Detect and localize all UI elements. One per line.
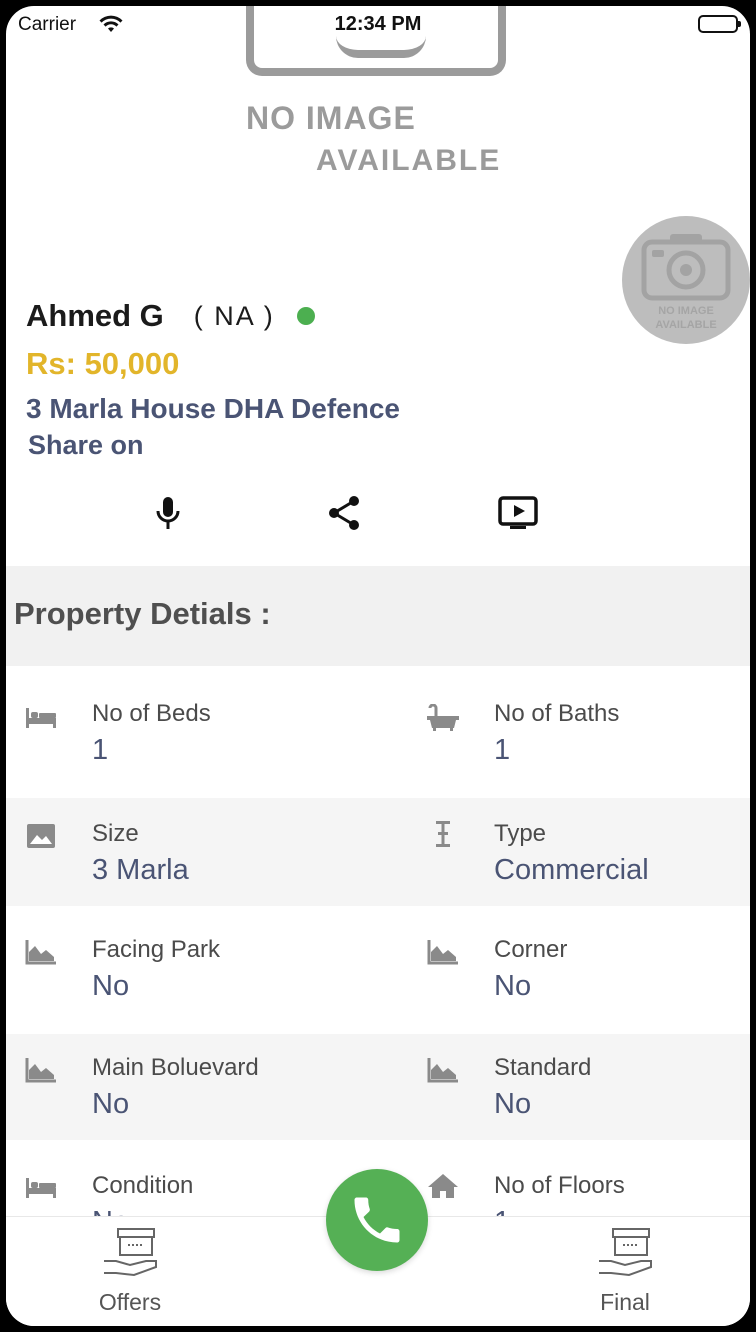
bed-icon xyxy=(26,708,56,728)
status-time: 12:34 PM xyxy=(334,13,422,35)
avatar[interactable]: NO IMAGE AVAILABLE xyxy=(622,216,750,344)
status-bar: Carrier 12:34 PM xyxy=(6,6,750,46)
mic-button[interactable] xyxy=(148,493,188,533)
avatar-placeholder-text: NO IMAGE AVAILABLE xyxy=(655,305,717,331)
detail-value: 3 Marla xyxy=(92,854,189,886)
detail-value: No xyxy=(494,1088,532,1120)
online-status-indicator xyxy=(296,307,315,325)
share-icon xyxy=(329,496,359,530)
hero-placeholder-line2: AVAILABLE xyxy=(316,144,502,171)
detail-value: No xyxy=(494,970,532,1002)
owner-name: Ahmed G xyxy=(26,298,164,333)
video-button[interactable] xyxy=(498,493,538,533)
detail-type: Type Commercial xyxy=(408,798,750,906)
type-icon xyxy=(436,821,450,847)
battery-icon xyxy=(698,15,741,33)
detail-standard: Standard No xyxy=(408,1034,750,1140)
details-row-beds-baths: No of Beds 1 No of Baths 1 xyxy=(6,666,750,798)
detail-label: Size xyxy=(92,820,139,847)
final-icon xyxy=(599,1228,652,1277)
owner-row: Ahmed G ( NA ) xyxy=(26,298,315,334)
listing-price: Rs: 50,000 xyxy=(26,346,180,381)
tab-offers-label: Offers xyxy=(98,1289,162,1315)
detail-size: Size 3 Marla xyxy=(6,798,378,906)
mic-icon xyxy=(156,497,180,529)
details-row-size-type: Size 3 Marla Type Commercial xyxy=(6,798,750,906)
detail-label: Main Boluevard xyxy=(92,1054,259,1081)
detail-main-boulevard: Main Boluevard No xyxy=(6,1034,378,1140)
app-screen: Carrier 12:34 PM NO IMAGE AVAILABLE NO I… xyxy=(6,6,750,1326)
image-icon xyxy=(27,824,55,848)
share-button[interactable] xyxy=(324,493,364,533)
owner-code: ( NA ) xyxy=(193,300,275,331)
listing-title: 3 Marla House DHA Defence xyxy=(26,393,400,424)
detail-label: Standard xyxy=(494,1054,592,1081)
details-row-park-corner: Facing Park No Corner No xyxy=(6,906,750,1034)
tab-final[interactable]: Final xyxy=(565,1225,685,1316)
detail-label: No of Beds xyxy=(92,700,211,727)
detail-value: No xyxy=(92,1088,130,1120)
bed-icon xyxy=(26,1178,56,1198)
share-actions xyxy=(6,493,750,533)
detail-value: Commercial xyxy=(494,854,649,886)
detail-label: Corner xyxy=(494,936,568,963)
tab-offers[interactable]: Offers xyxy=(70,1225,190,1316)
detail-label: Condition xyxy=(92,1172,194,1199)
call-button[interactable] xyxy=(326,1169,428,1271)
detail-beds: No of Beds 1 xyxy=(6,666,378,798)
detail-value: 1 xyxy=(92,734,109,766)
detail-corner: Corner No xyxy=(408,906,750,1034)
detail-baths: No of Baths 1 xyxy=(408,666,750,798)
home-icon xyxy=(428,1174,458,1198)
chart-icon xyxy=(25,1058,56,1083)
detail-value: No xyxy=(92,970,130,1002)
detail-label: Facing Park xyxy=(92,936,221,963)
detail-label: No of Baths xyxy=(494,700,620,727)
share-on-label: Share on xyxy=(28,430,144,460)
chart-icon xyxy=(427,940,458,965)
tab-final-label: Final xyxy=(600,1289,650,1315)
property-details-title: Property Detials : xyxy=(14,596,271,631)
offers-icon xyxy=(104,1228,157,1277)
video-icon xyxy=(498,496,538,529)
chart-icon xyxy=(427,1058,458,1083)
detail-facing-park: Facing Park No xyxy=(6,906,378,1034)
phone-icon xyxy=(354,1197,400,1243)
detail-label: Type xyxy=(494,820,547,847)
bath-icon xyxy=(427,704,459,731)
detail-value: 1 xyxy=(494,734,511,766)
chart-icon xyxy=(25,940,56,965)
property-details-header: Property Detials : xyxy=(6,566,750,666)
detail-label: No of Floors xyxy=(494,1172,625,1199)
camera-icon xyxy=(641,234,731,301)
hero-placeholder-line1: NO IMAGE xyxy=(246,100,416,136)
details-row-boulevard-standard: Main Boluevard No Standard No xyxy=(6,1034,750,1140)
